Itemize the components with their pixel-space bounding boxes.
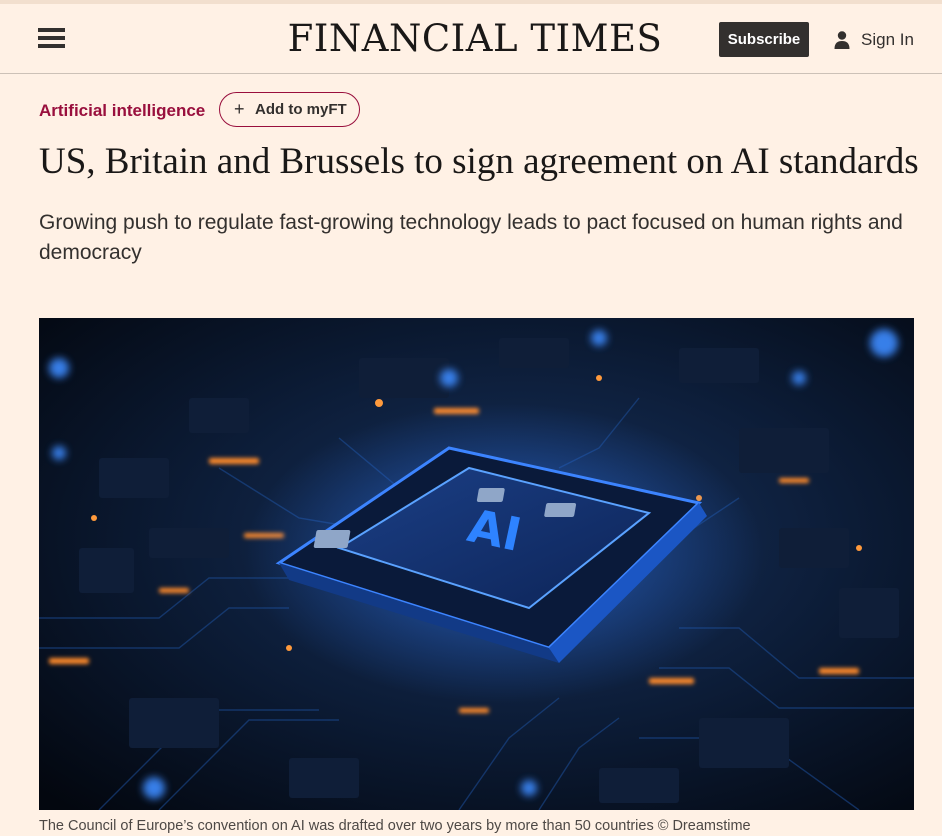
article-headline: US, Britain and Brussels to sign agreeme… bbox=[39, 141, 919, 182]
hero-image: AI bbox=[39, 318, 914, 810]
plus-icon: + bbox=[234, 99, 245, 119]
hamburger-menu-icon bbox=[38, 28, 65, 32]
hamburger-menu-icon-bar bbox=[38, 36, 65, 40]
hamburger-menu-icon-bar bbox=[38, 44, 65, 48]
sign-in-link[interactable]: Sign In bbox=[832, 22, 922, 57]
add-to-myft-button[interactable]: + Add to myFT bbox=[219, 92, 360, 127]
sign-in-label: Sign In bbox=[861, 30, 914, 49]
site-header: FINANCIAL TIMES Subscribe Sign In bbox=[0, 4, 942, 74]
user-icon bbox=[834, 31, 850, 49]
image-caption: The Council of Europe’s convention on AI… bbox=[39, 818, 751, 834]
chip-ai-label: AI bbox=[463, 498, 526, 562]
article-standfirst: Growing push to regulate fast-growing te… bbox=[39, 211, 903, 264]
add-to-myft-label: Add to myFT bbox=[255, 101, 347, 118]
menu-button[interactable] bbox=[38, 27, 66, 51]
topic-link[interactable]: Artificial intelligence bbox=[39, 97, 205, 125]
subscribe-button[interactable]: Subscribe bbox=[719, 22, 809, 57]
circuit-board-illustration: AI bbox=[39, 318, 914, 810]
masthead-logo[interactable]: FINANCIAL TIMES bbox=[270, 14, 680, 64]
